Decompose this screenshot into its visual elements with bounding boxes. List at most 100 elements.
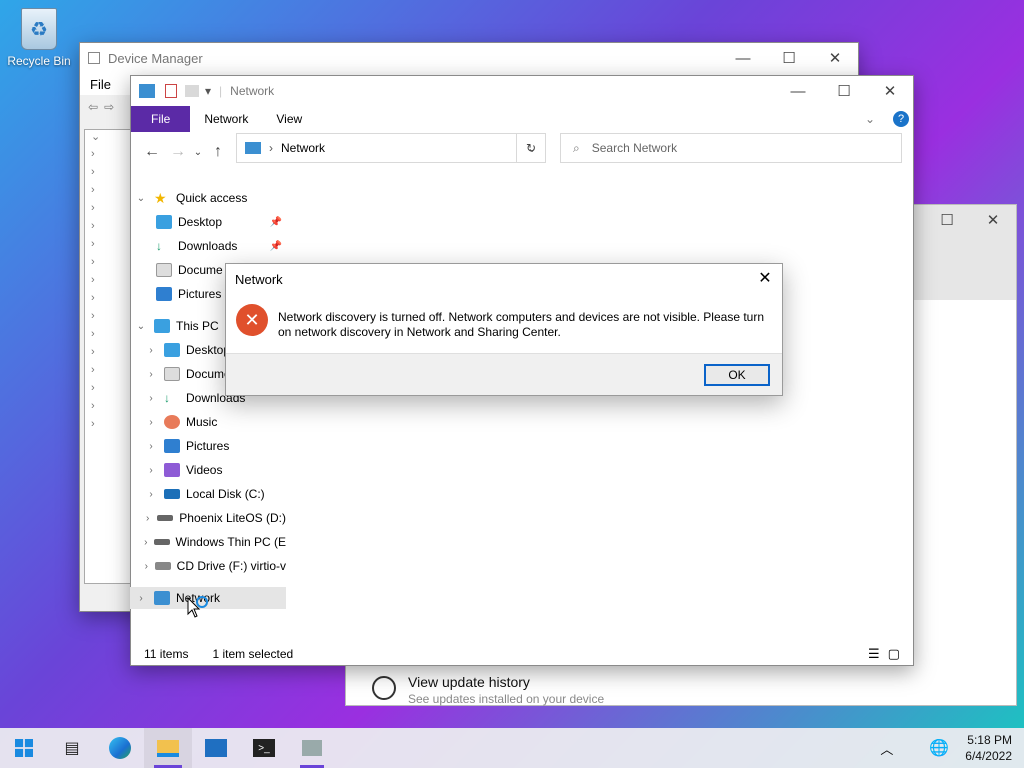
clock[interactable]: 5:18 PM 6/4/2022 bbox=[965, 732, 1012, 764]
nav-item-thin-pc-drive[interactable]: › Windows Thin PC (E bbox=[130, 531, 286, 553]
download-arrow-icon: ↓ bbox=[156, 239, 162, 253]
search-box[interactable]: ⌕ Search Network bbox=[560, 133, 902, 163]
start-button[interactable] bbox=[0, 728, 48, 768]
clock-date: 6/4/2022 bbox=[965, 749, 1012, 763]
chevron-down-icon[interactable]: ⌄ bbox=[134, 193, 148, 204]
tree-item[interactable]: › bbox=[85, 184, 135, 202]
maximize-button[interactable]: ☐ bbox=[821, 76, 867, 106]
navigation-pane[interactable]: ⌄ ★ Quick access Desktop 📌 ↓ Downloads 📌… bbox=[130, 186, 286, 616]
close-button[interactable]: ✕ bbox=[867, 76, 913, 106]
recycle-bin-shortcut[interactable]: Recycle Bin bbox=[6, 8, 72, 68]
tab-network[interactable]: Network bbox=[190, 106, 262, 132]
nav-item-videos[interactable]: › Videos bbox=[130, 459, 286, 481]
tree-item[interactable]: › bbox=[85, 382, 135, 400]
file-explorer-taskbar-button[interactable] bbox=[144, 728, 192, 768]
customize-toolbar-icon[interactable]: ▾ bbox=[205, 84, 211, 98]
chevron-right-icon[interactable]: › bbox=[144, 561, 149, 572]
tree-item[interactable]: › bbox=[85, 166, 135, 184]
tree-item[interactable]: › bbox=[85, 400, 135, 418]
chevron-right-icon[interactable]: › bbox=[144, 537, 148, 548]
edge-taskbar-button[interactable] bbox=[96, 728, 144, 768]
tree-item[interactable]: › bbox=[85, 256, 135, 274]
recent-locations-button[interactable]: ⌄ bbox=[191, 147, 205, 158]
new-folder-icon[interactable] bbox=[185, 85, 199, 97]
pin-icon[interactable]: 📌 bbox=[270, 241, 282, 252]
nav-label: Pictures bbox=[186, 439, 230, 453]
maximize-button[interactable]: ☐ bbox=[924, 205, 970, 235]
nav-item-quick-access[interactable]: ⌄ ★ Quick access bbox=[130, 187, 286, 209]
document-icon bbox=[156, 263, 172, 277]
nav-label: Local Disk (C:) bbox=[186, 487, 265, 501]
system-tray: ︿ 🌐 5:18 PM 6/4/2022 bbox=[880, 728, 1012, 768]
tree-item[interactable]: › bbox=[85, 418, 135, 436]
details-view-icon[interactable]: ☰ bbox=[868, 646, 880, 662]
network-error-dialog[interactable]: Network ✕ ✕ Network discovery is turned … bbox=[225, 263, 783, 396]
nav-item-downloads[interactable]: ↓ Downloads 📌 bbox=[130, 235, 286, 257]
terminal-taskbar-button[interactable]: >_ bbox=[240, 728, 288, 768]
tree-item[interactable]: › bbox=[85, 346, 135, 364]
nav-item-music[interactable]: › Music bbox=[130, 411, 286, 433]
menu-file[interactable]: File bbox=[90, 77, 111, 92]
nav-item-phoenix-drive[interactable]: › Phoenix LiteOS (D:) bbox=[130, 507, 286, 529]
close-button[interactable]: ✕ bbox=[970, 205, 1016, 235]
help-icon[interactable]: ? bbox=[889, 106, 913, 132]
quick-properties-icon[interactable] bbox=[165, 84, 177, 98]
minimize-button[interactable]: — bbox=[720, 43, 766, 73]
nav-item-pictures[interactable]: › Pictures bbox=[130, 435, 286, 457]
large-icons-view-icon[interactable]: ▢ bbox=[888, 646, 900, 662]
tab-view[interactable]: View bbox=[262, 106, 316, 132]
explorer-titlebar[interactable]: ▾ | Network — ☐ ✕ bbox=[131, 76, 913, 106]
dialog-title: Network bbox=[235, 271, 283, 287]
maximize-button[interactable]: ☐ bbox=[766, 43, 812, 73]
forward-button[interactable]: → bbox=[165, 143, 191, 161]
nav-label: Music bbox=[186, 415, 218, 429]
chevron-right-icon[interactable]: › bbox=[144, 345, 158, 356]
task-view-button[interactable]: ▤ bbox=[48, 728, 96, 768]
device-tree[interactable]: ⌄ › › › › › › › › › › › › › › › › bbox=[84, 129, 136, 584]
nav-item-local-disk[interactable]: › Local Disk (C:) bbox=[130, 483, 286, 505]
chevron-right-icon[interactable]: › bbox=[144, 513, 151, 524]
pin-icon[interactable]: 📌 bbox=[270, 217, 282, 228]
tree-item[interactable]: › bbox=[85, 364, 135, 382]
tree-item[interactable]: › bbox=[85, 148, 135, 166]
forward-arrow-icon[interactable]: ⇨ bbox=[104, 100, 114, 114]
chevron-right-icon[interactable]: › bbox=[144, 369, 158, 380]
chevron-right-icon[interactable]: › bbox=[144, 441, 158, 452]
back-button[interactable]: ← bbox=[139, 143, 165, 161]
nav-item-desktop[interactable]: Desktop 📌 bbox=[130, 211, 286, 233]
tab-file[interactable]: File bbox=[131, 106, 191, 132]
refresh-button[interactable]: ↻ bbox=[516, 133, 546, 163]
nav-item-cd-drive[interactable]: › CD Drive (F:) virtio-v bbox=[130, 555, 286, 577]
network-globe-icon[interactable]: 🌐 bbox=[929, 738, 949, 758]
ok-button[interactable]: OK bbox=[704, 364, 770, 386]
windows-drive-icon bbox=[164, 489, 180, 499]
chevron-right-icon[interactable]: › bbox=[134, 593, 148, 604]
minimize-button[interactable]: — bbox=[775, 76, 821, 106]
device-manager-titlebar[interactable]: Device Manager — ☐ ✕ bbox=[80, 43, 858, 73]
dialog-footer: OK bbox=[226, 353, 782, 395]
ribbon-expand-icon[interactable]: ⌄ bbox=[851, 106, 889, 132]
device-manager-taskbar-button[interactable] bbox=[288, 728, 336, 768]
chevron-right-icon[interactable]: › bbox=[144, 489, 158, 500]
tree-item[interactable]: ⌄ bbox=[85, 130, 135, 148]
tree-item[interactable]: › bbox=[85, 238, 135, 256]
tree-item[interactable]: › bbox=[85, 292, 135, 310]
chevron-right-icon[interactable]: › bbox=[144, 465, 158, 476]
drive-icon bbox=[157, 515, 174, 521]
tree-item[interactable]: › bbox=[85, 274, 135, 292]
tree-item[interactable]: › bbox=[85, 328, 135, 346]
media-taskbar-button[interactable] bbox=[192, 728, 240, 768]
address-bar[interactable]: › Network ⌄ bbox=[236, 133, 546, 163]
tree-item[interactable]: › bbox=[85, 202, 135, 220]
chevron-up-icon[interactable]: ︿ bbox=[880, 739, 893, 758]
chevron-down-icon[interactable]: ⌄ bbox=[134, 321, 148, 332]
view-update-history-link[interactable]: View update history See updates installe… bbox=[372, 674, 604, 706]
tree-item[interactable]: › bbox=[85, 220, 135, 238]
up-button[interactable]: ↑ bbox=[205, 143, 231, 161]
close-button[interactable]: ✕ bbox=[812, 43, 858, 73]
dialog-close-button[interactable]: ✕ bbox=[754, 268, 776, 290]
tree-item[interactable]: › bbox=[85, 310, 135, 328]
chevron-right-icon[interactable]: › bbox=[144, 417, 158, 428]
back-arrow-icon[interactable]: ⇦ bbox=[88, 100, 98, 114]
chevron-right-icon[interactable]: › bbox=[144, 393, 158, 404]
